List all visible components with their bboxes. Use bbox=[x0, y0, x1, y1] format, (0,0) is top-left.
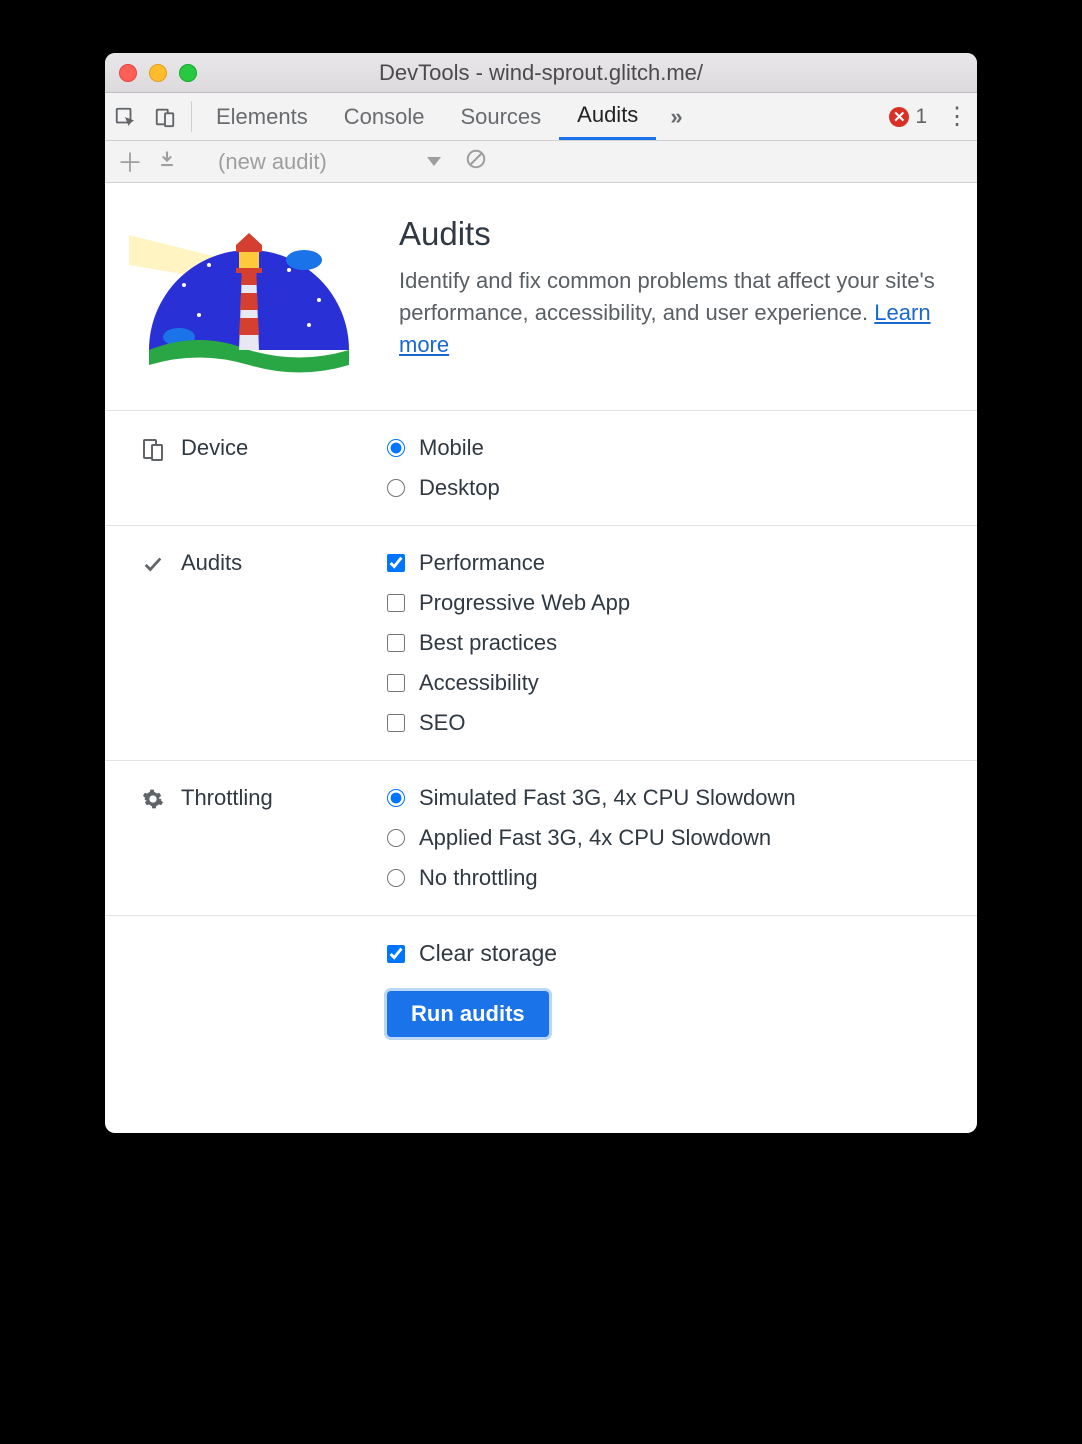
section-audits: Audits Performance Progressive Web App B… bbox=[105, 525, 977, 760]
check-performance-input[interactable] bbox=[387, 554, 405, 572]
more-tabs-icon[interactable]: » bbox=[656, 93, 696, 140]
audits-heading: Audits bbox=[399, 215, 947, 253]
check-seo[interactable]: SEO bbox=[387, 710, 947, 736]
device-toggle-icon[interactable] bbox=[145, 93, 185, 140]
device-icon bbox=[141, 437, 165, 461]
devtools-tab-strip: Elements Console Sources Audits » ✕ 1 ⋮ bbox=[105, 93, 977, 141]
audits-intro: Audits Identify and fix common problems … bbox=[105, 183, 977, 410]
window-title: DevTools - wind-sprout.glitch.me/ bbox=[105, 60, 977, 86]
radio-throttle-app-input[interactable] bbox=[387, 829, 405, 847]
radio-throttle-none[interactable]: No throttling bbox=[387, 865, 947, 891]
check-performance[interactable]: Performance bbox=[387, 550, 947, 576]
section-device: Device Mobile Desktop bbox=[105, 410, 977, 525]
new-audit-icon[interactable]: ＋ bbox=[117, 143, 143, 180]
check-accessibility-input[interactable] bbox=[387, 674, 405, 692]
check-clear-storage-input[interactable] bbox=[387, 945, 405, 963]
radio-mobile-label: Mobile bbox=[419, 435, 484, 461]
radio-desktop-label: Desktop bbox=[419, 475, 500, 501]
gear-icon bbox=[141, 787, 165, 811]
radio-mobile-input[interactable] bbox=[387, 439, 405, 457]
audits-panel: Audits Identify and fix common problems … bbox=[105, 183, 977, 1077]
minimize-window-button[interactable] bbox=[149, 64, 167, 82]
traffic-lights bbox=[119, 64, 197, 82]
throttling-label: Throttling bbox=[181, 785, 273, 811]
check-seo-input[interactable] bbox=[387, 714, 405, 732]
radio-throttle-sim[interactable]: Simulated Fast 3G, 4x CPU Slowdown bbox=[387, 785, 947, 811]
audits-label: Audits bbox=[181, 550, 242, 576]
devtools-window: DevTools - wind-sprout.glitch.me/ Elemen… bbox=[105, 53, 977, 1133]
tab-elements[interactable]: Elements bbox=[198, 93, 326, 140]
error-count: 1 bbox=[915, 105, 927, 129]
separator bbox=[191, 101, 192, 132]
error-count-badge[interactable]: ✕ 1 bbox=[889, 93, 927, 140]
check-seo-label: SEO bbox=[419, 710, 465, 736]
check-best-practices[interactable]: Best practices bbox=[387, 630, 947, 656]
inspect-element-icon[interactable] bbox=[105, 93, 145, 140]
radio-throttle-app-label: Applied Fast 3G, 4x CPU Slowdown bbox=[419, 825, 771, 851]
zoom-window-button[interactable] bbox=[179, 64, 197, 82]
check-pwa[interactable]: Progressive Web App bbox=[387, 590, 947, 616]
error-icon: ✕ bbox=[889, 107, 909, 127]
check-clear-storage[interactable]: Clear storage bbox=[387, 940, 947, 967]
check-best-practices-input[interactable] bbox=[387, 634, 405, 652]
tab-audits[interactable]: Audits bbox=[559, 93, 656, 140]
check-pwa-label: Progressive Web App bbox=[419, 590, 630, 616]
clear-audit-icon[interactable] bbox=[465, 148, 487, 176]
radio-throttle-none-input[interactable] bbox=[387, 869, 405, 887]
check-accessibility[interactable]: Accessibility bbox=[387, 670, 947, 696]
radio-throttle-none-label: No throttling bbox=[419, 865, 538, 891]
check-clear-storage-label: Clear storage bbox=[419, 940, 557, 967]
audit-select[interactable]: (new audit) bbox=[218, 149, 441, 175]
audits-description-text: Identify and fix common problems that af… bbox=[399, 268, 935, 325]
radio-throttle-app[interactable]: Applied Fast 3G, 4x CPU Slowdown bbox=[387, 825, 947, 851]
check-icon bbox=[141, 552, 165, 576]
lighthouse-illustration bbox=[129, 215, 369, 386]
check-best-practices-label: Best practices bbox=[419, 630, 557, 656]
close-window-button[interactable] bbox=[119, 64, 137, 82]
section-run: Clear storage Run audits bbox=[105, 915, 977, 1077]
audit-toolbar: ＋ (new audit) bbox=[105, 141, 977, 183]
radio-throttle-sim-input[interactable] bbox=[387, 789, 405, 807]
run-audits-button[interactable]: Run audits bbox=[387, 991, 549, 1037]
radio-desktop-input[interactable] bbox=[387, 479, 405, 497]
radio-mobile[interactable]: Mobile bbox=[387, 435, 947, 461]
window-titlebar: DevTools - wind-sprout.glitch.me/ bbox=[105, 53, 977, 93]
section-throttling: Throttling Simulated Fast 3G, 4x CPU Slo… bbox=[105, 760, 977, 915]
radio-desktop[interactable]: Desktop bbox=[387, 475, 947, 501]
check-performance-label: Performance bbox=[419, 550, 545, 576]
settings-menu-icon[interactable]: ⋮ bbox=[937, 93, 977, 140]
audit-select-label: (new audit) bbox=[218, 149, 327, 175]
check-accessibility-label: Accessibility bbox=[419, 670, 539, 696]
download-audit-icon[interactable] bbox=[157, 149, 177, 175]
radio-throttle-sim-label: Simulated Fast 3G, 4x CPU Slowdown bbox=[419, 785, 796, 811]
chevron-down-icon bbox=[427, 157, 441, 166]
device-label: Device bbox=[181, 435, 248, 461]
audits-description: Identify and fix common problems that af… bbox=[399, 265, 947, 361]
check-pwa-input[interactable] bbox=[387, 594, 405, 612]
tab-sources[interactable]: Sources bbox=[442, 93, 559, 140]
tab-console[interactable]: Console bbox=[326, 93, 443, 140]
